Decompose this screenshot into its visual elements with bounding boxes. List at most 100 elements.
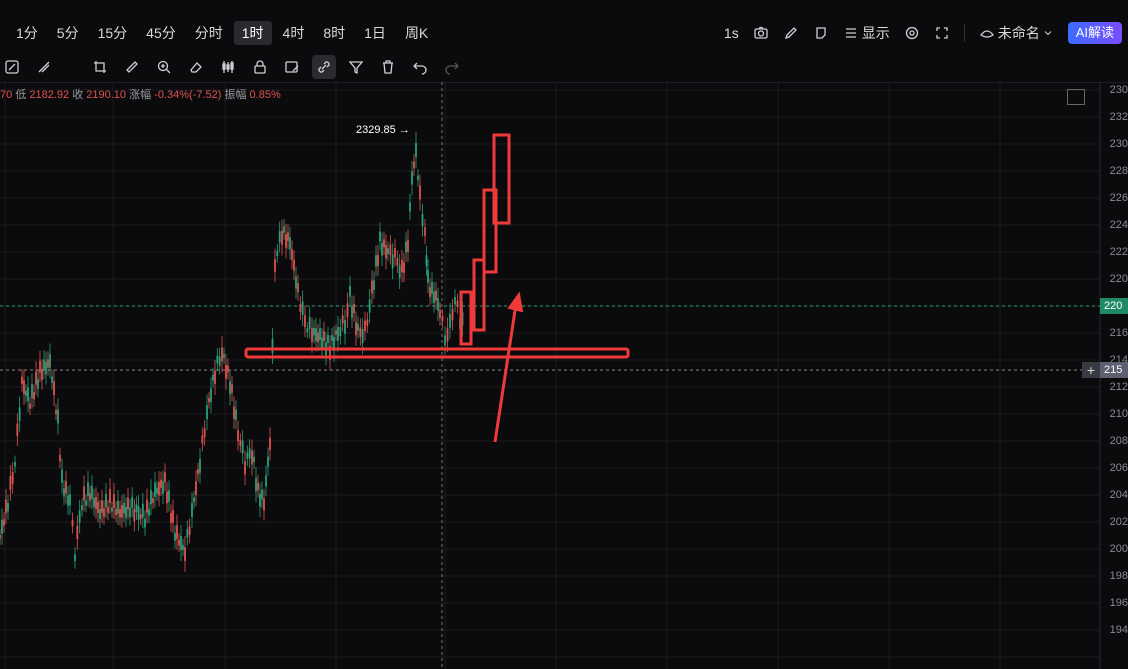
candle-body: [172, 509, 174, 523]
timeframe-week[interactable]: 周K: [397, 21, 436, 45]
candle-body: [229, 381, 231, 395]
timeframe-1m[interactable]: 1分: [8, 21, 46, 45]
layout-select[interactable]: 未命名: [979, 23, 1054, 43]
candle-body: [239, 440, 242, 446]
undo-icon[interactable]: [408, 55, 432, 79]
candle-body: [271, 339, 274, 354]
high-price-marker: 2329.85 →: [356, 124, 410, 136]
candle-body: [85, 500, 87, 506]
eraser-icon[interactable]: [184, 55, 208, 79]
candle-body: [396, 258, 399, 266]
candle-body: [311, 328, 313, 342]
timeframe-1h[interactable]: 1时: [233, 21, 272, 45]
timeframe-1d[interactable]: 1日: [356, 21, 394, 45]
candle-body: [218, 356, 221, 366]
camera-icon[interactable]: [753, 25, 769, 41]
candle-body: [115, 508, 117, 516]
settings-icon[interactable]: [904, 25, 920, 41]
candle-body: [89, 493, 91, 501]
candle-body: [186, 528, 189, 538]
add-crosshair-button[interactable]: +: [1082, 362, 1100, 378]
candle-body: [315, 328, 317, 342]
timeframe-timeshare[interactable]: 分时: [187, 21, 231, 45]
candle-body: [417, 175, 419, 181]
note-icon[interactable]: [813, 25, 829, 41]
candle-body: [289, 237, 291, 250]
candle-body: [407, 239, 409, 252]
candle-body: [57, 409, 59, 424]
candle-body: [182, 545, 184, 550]
timeframe-8h[interactable]: 8时: [315, 21, 353, 45]
candle-body: [391, 254, 394, 269]
price-axis-tick: 198: [1109, 570, 1128, 582]
candle-body: [139, 514, 142, 520]
candle-body: [383, 239, 385, 248]
candle-body: [437, 297, 439, 311]
filter-icon[interactable]: [344, 55, 368, 79]
timeframe-45m[interactable]: 45分: [138, 21, 184, 45]
candle-body: [146, 499, 148, 513]
support-zone-box: [244, 347, 630, 359]
candles-icon[interactable]: [216, 55, 240, 79]
magnet-icon[interactable]: [32, 55, 56, 79]
candlestick-chart[interactable]: [0, 82, 1128, 669]
candle-body: [359, 327, 362, 338]
candle-body: [281, 230, 283, 245]
candle-body: [274, 259, 276, 272]
candle-body: [415, 143, 417, 157]
candle-body: [191, 503, 193, 517]
trash-icon[interactable]: [376, 55, 400, 79]
candle-body: [7, 502, 9, 512]
timeframe-bar: 1分 5分 15分 45分 分时 1时 4时 8时 1日 周K 1s 显示 未命…: [0, 14, 1128, 52]
candle-body: [421, 213, 424, 227]
candle-body: [55, 409, 57, 414]
crop-icon[interactable]: [88, 55, 112, 79]
ruler-icon[interactable]: [120, 55, 144, 79]
candle-body: [76, 525, 79, 540]
candle-body: [174, 533, 176, 541]
candle-body: [433, 291, 435, 303]
edit-note-icon[interactable]: [280, 55, 304, 79]
interval-select[interactable]: 1s: [724, 25, 739, 41]
fullscreen-icon[interactable]: [934, 25, 950, 41]
candle-body: [45, 361, 47, 375]
candle-body: [37, 379, 39, 389]
ohlc-info: 70 低 2182.92 收 2190.10 涨幅 -0.34%(-7.52) …: [0, 86, 281, 102]
candle-body: [212, 374, 214, 381]
candle-body: [1, 519, 3, 534]
candle-body: [208, 398, 210, 403]
pen-icon[interactable]: [783, 25, 799, 41]
display-button[interactable]: 显示: [843, 23, 890, 43]
timeframe-15m[interactable]: 15分: [90, 21, 136, 45]
candle-body: [144, 518, 146, 528]
candle-body: [389, 244, 392, 256]
candle-body: [49, 354, 51, 368]
change-value: -0.34%(-7.52): [154, 89, 222, 101]
draw-mode-icon[interactable]: [0, 55, 24, 79]
candle-body: [180, 535, 182, 550]
candle-body: [105, 493, 107, 508]
candle-body: [197, 469, 199, 475]
timeframe-5m[interactable]: 5分: [49, 21, 87, 45]
projected-candle: [459, 290, 473, 346]
ai-analysis-button[interactable]: AI解读: [1067, 22, 1122, 44]
price-axis-tick: 210: [1109, 408, 1128, 420]
timeframe-4h[interactable]: 4时: [275, 21, 313, 45]
candle-body: [141, 503, 144, 518]
redo-icon[interactable]: [440, 55, 464, 79]
candle-body: [287, 232, 289, 241]
candle-body: [295, 276, 297, 289]
candle-body: [429, 287, 431, 297]
candle-body: [257, 482, 259, 491]
candle-body: [221, 347, 223, 362]
close-label: 收: [72, 89, 84, 101]
candle-body: [131, 496, 134, 509]
lock-icon[interactable]: [248, 55, 272, 79]
candle-body: [11, 472, 14, 484]
expand-icon[interactable]: [1067, 89, 1085, 105]
link-icon[interactable]: [312, 55, 336, 79]
candle-body: [419, 185, 421, 200]
zoom-in-icon[interactable]: [152, 55, 176, 79]
right-toolbar: 1s 显示 未命名 AI解读: [710, 14, 1128, 52]
candle-body: [97, 501, 99, 513]
